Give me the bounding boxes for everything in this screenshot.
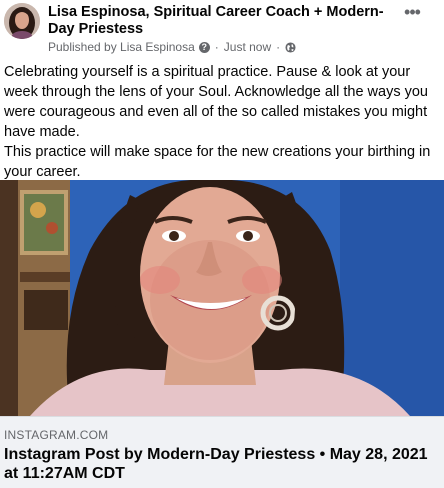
post-paragraph-2: This practice will make space for the ne… (4, 144, 431, 180)
post-meta: Published by Lisa Espinosa ? · Just now … (48, 40, 296, 54)
link-domain: INSTAGRAM.COM (4, 428, 109, 442)
post-image[interactable] (0, 180, 444, 416)
post-text: Celebrating yourself is a spiritual prac… (4, 62, 436, 182)
globe-icon[interactable] (285, 41, 296, 53)
meta-separator-2: · (276, 40, 281, 54)
post-header: Lisa Espinosa, Spiritual Career Coach + … (0, 0, 444, 58)
more-options-button[interactable]: ••• (400, 3, 424, 22)
author-avatar[interactable] (4, 3, 40, 39)
meta-separator: · (214, 40, 219, 54)
portrait-photo (0, 180, 444, 416)
avatar-image (4, 3, 40, 39)
post-paragraph-1: Celebrating yourself is a spiritual prac… (4, 64, 428, 140)
question-circle-icon[interactable]: ? (198, 41, 210, 53)
post-timestamp[interactable]: Just now (224, 40, 271, 54)
link-preview[interactable]: INSTAGRAM.COM Instagram Post by Modern-D… (0, 416, 444, 488)
author-name[interactable]: Lisa Espinosa, Spiritual Career Coach + … (48, 4, 388, 38)
more-options-icon: ••• (404, 2, 421, 22)
published-by-text: Published by Lisa Espinosa (48, 40, 195, 54)
facebook-post: Lisa Espinosa, Spiritual Career Coach + … (0, 0, 444, 488)
link-title[interactable]: Instagram Post by Modern-Day Priestess •… (4, 445, 434, 483)
